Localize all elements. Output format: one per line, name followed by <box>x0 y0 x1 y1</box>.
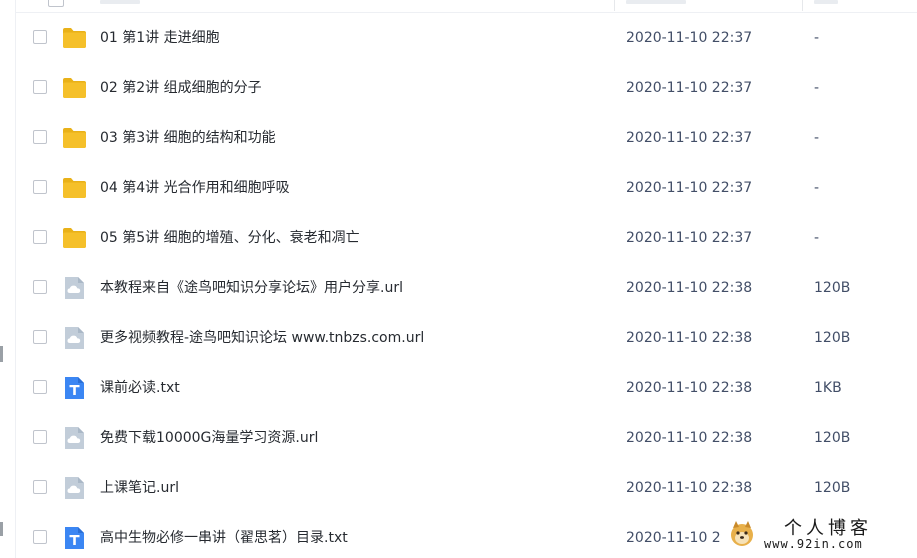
txt-file-icon <box>62 376 87 400</box>
file-name[interactable]: 免费下载10000G海量学习资源.url <box>100 429 318 447</box>
file-name[interactable]: 04 第4讲 光合作用和细胞呼吸 <box>100 179 290 197</box>
left-panel-edge <box>0 0 16 558</box>
file-size: - <box>814 80 820 96</box>
file-row[interactable]: 05 第5讲 细胞的增殖、分化、衰老和凋亡 2020-11-10 22:37 - <box>16 213 917 263</box>
file-size: 120B <box>814 430 851 446</box>
file-modified-date: 2020-11-10 22:38 <box>626 280 753 296</box>
folder-icon <box>62 26 87 50</box>
row-checkbox[interactable] <box>33 30 47 44</box>
folder-icon <box>62 76 87 100</box>
row-checkbox[interactable] <box>33 230 47 244</box>
file-size: - <box>814 30 820 46</box>
url-file-icon <box>62 426 87 450</box>
doge-logo-icon <box>731 521 753 546</box>
file-row[interactable]: 本教程来自《途鸟吧知识分享论坛》用户分享.url 2020-11-10 22:38… <box>16 263 917 313</box>
file-list-page: 01 第1讲 走进细胞 2020-11-10 22:37-02 第2讲 组成细胞的… <box>0 0 917 558</box>
folder-icon <box>62 126 87 150</box>
file-modified-date: 2020-11-10 22:38 <box>626 380 753 396</box>
file-row[interactable]: 上课笔记.url 2020-11-10 22:38 120B <box>16 463 917 513</box>
name-column-header[interactable] <box>100 0 140 4</box>
file-name[interactable]: 高中生物必修一串讲（翟思茗）目录.txt <box>100 529 348 547</box>
file-row[interactable]: 04 第4讲 光合作用和细胞呼吸 2020-11-10 22:37 - <box>16 163 917 213</box>
url-file-icon <box>62 276 87 300</box>
row-checkbox[interactable] <box>33 280 47 294</box>
column-header <box>16 0 917 13</box>
file-name[interactable]: 本教程来自《途鸟吧知识分享论坛》用户分享.url <box>100 279 403 297</box>
file-modified-date: 2020-11-10 22:37 <box>626 180 753 196</box>
file-modified-date: 2020-11-10 22:37 <box>626 230 753 246</box>
date-column-header[interactable] <box>626 0 686 4</box>
size-column-header[interactable] <box>814 0 838 4</box>
file-name[interactable]: 03 第3讲 细胞的结构和功能 <box>100 129 276 147</box>
folder-icon <box>62 176 87 200</box>
blog-watermark: 个人博客 www.92in.com <box>724 512 917 558</box>
file-size: - <box>814 130 820 146</box>
file-row[interactable]: 02 第2讲 组成细胞的分子 2020-11-10 22:37 - <box>16 63 917 113</box>
file-modified-date: 2020-11-10 22:38 <box>626 430 753 446</box>
file-size: 120B <box>814 330 851 346</box>
file-name[interactable]: 上课笔记.url <box>100 479 179 497</box>
row-checkbox[interactable] <box>33 380 47 394</box>
select-all-checkbox[interactable] <box>48 0 64 7</box>
file-size: 1KB <box>814 380 842 396</box>
file-name[interactable]: 02 第2讲 组成细胞的分子 <box>100 79 262 97</box>
file-row[interactable]: 01 第1讲 走进细胞 2020-11-10 22:37 - <box>16 13 917 63</box>
column-divider[interactable] <box>614 0 615 11</box>
file-row[interactable]: 免费下载10000G海量学习资源.url 2020-11-10 22:38 120B <box>16 413 917 463</box>
file-modified-date: 2020-11-10 2 <box>626 530 721 546</box>
watermark-url: www.92in.com <box>764 537 863 551</box>
gutter-drag-handle[interactable] <box>0 346 3 362</box>
file-modified-date: 2020-11-10 22:37 <box>626 130 753 146</box>
file-row[interactable]: 03 第3讲 细胞的结构和功能 2020-11-10 22:37 - <box>16 113 917 163</box>
file-name[interactable]: 05 第5讲 细胞的增殖、分化、衰老和凋亡 <box>100 229 360 247</box>
url-file-icon <box>62 326 87 350</box>
file-size: 120B <box>814 480 851 496</box>
row-checkbox[interactable] <box>33 480 47 494</box>
row-checkbox[interactable] <box>33 80 47 94</box>
file-modified-date: 2020-11-10 22:37 <box>626 30 753 46</box>
file-name[interactable]: 更多视频教程-途鸟吧知识论坛 www.tnbzs.com.url <box>100 329 424 347</box>
file-size: 120B <box>814 280 851 296</box>
txt-file-icon <box>62 526 87 550</box>
url-file-icon <box>62 476 87 500</box>
file-modified-date: 2020-11-10 22:38 <box>626 330 753 346</box>
file-modified-date: 2020-11-10 22:38 <box>626 480 753 496</box>
row-checkbox[interactable] <box>33 130 47 144</box>
file-list: 01 第1讲 走进细胞 2020-11-10 22:37-02 第2讲 组成细胞的… <box>16 13 917 558</box>
file-name[interactable]: 课前必读.txt <box>100 379 180 397</box>
file-size: - <box>814 180 820 196</box>
gutter-scroll-marker[interactable] <box>0 522 3 536</box>
file-modified-date: 2020-11-10 22:37 <box>626 80 753 96</box>
row-checkbox[interactable] <box>33 330 47 344</box>
file-row[interactable]: 更多视频教程-途鸟吧知识论坛 www.tnbzs.com.url 2020-11-… <box>16 313 917 363</box>
folder-icon <box>62 226 87 250</box>
row-checkbox[interactable] <box>33 430 47 444</box>
file-name[interactable]: 01 第1讲 走进细胞 <box>100 29 220 47</box>
column-divider[interactable] <box>802 0 803 11</box>
row-checkbox[interactable] <box>33 180 47 194</box>
row-checkbox[interactable] <box>33 530 47 544</box>
file-row[interactable]: 课前必读.txt 2020-11-10 22:38 1KB <box>16 363 917 413</box>
file-size: - <box>814 230 820 246</box>
